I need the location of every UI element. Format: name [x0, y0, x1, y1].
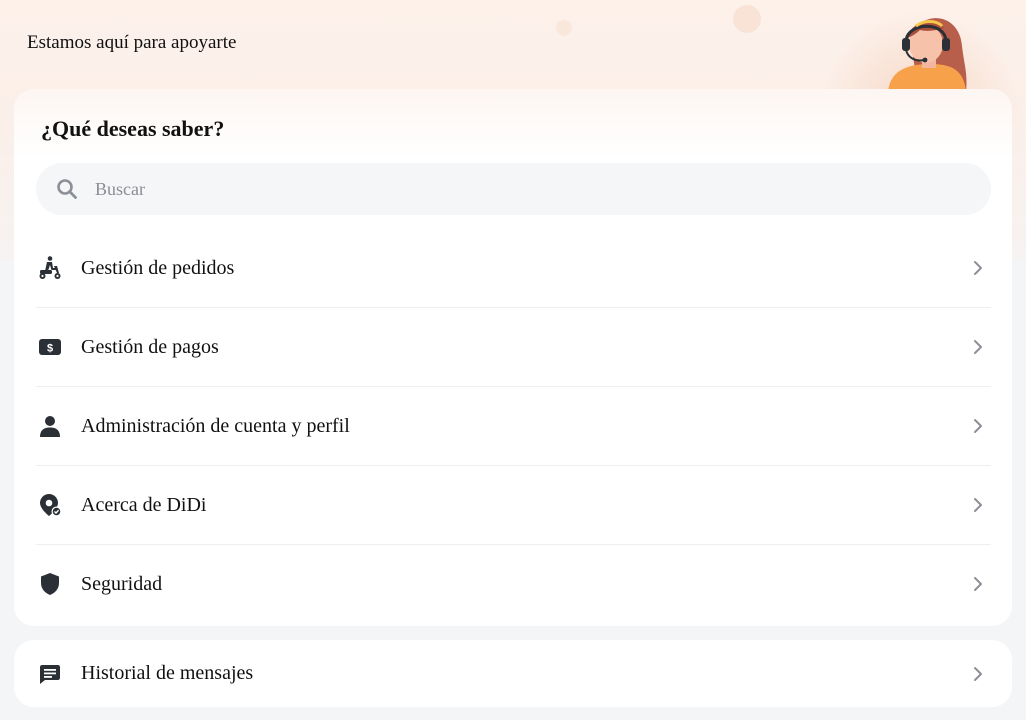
chevron-right-icon [971, 340, 985, 354]
menu-item-label: Acerca de DiDi [81, 493, 207, 516]
support-agent-avatar-icon [880, 12, 980, 92]
chevron-right-icon [971, 419, 985, 433]
menu-item-about-didi[interactable]: Acerca de DiDi [36, 466, 991, 545]
menu-item-payment-management[interactable]: $ Gestión de pagos [36, 308, 991, 387]
chevron-right-icon [971, 666, 985, 681]
shield-icon [37, 571, 63, 597]
message-icon [37, 661, 63, 687]
menu-item-order-management[interactable]: Gestión de pedidos [36, 229, 991, 308]
help-title: ¿Qué deseas saber? [41, 116, 225, 141]
menu-item-label: Gestión de pagos [81, 335, 219, 358]
menu-item-label: Historial de mensajes [81, 662, 254, 684]
header-tagline: Estamos aquí para apoyarte [27, 32, 237, 53]
menu-item-security[interactable]: Seguridad [36, 545, 991, 623]
svg-text:$: $ [47, 343, 53, 355]
menu-item-label: Seguridad [81, 572, 163, 595]
search-input[interactable] [93, 177, 957, 201]
message-history-card: Historial de mensajes [14, 640, 1012, 707]
help-topics-list: Gestión de pedidos $ Gestión de pagos Ad… [36, 229, 991, 623]
user-icon [37, 413, 63, 439]
location-pin-icon [37, 492, 63, 518]
search-icon [56, 178, 78, 200]
decor-bubble [733, 5, 761, 33]
search-bar[interactable] [36, 163, 991, 215]
menu-item-message-history[interactable]: Historial de mensajes [36, 640, 991, 707]
chevron-right-icon [971, 577, 985, 591]
menu-item-label: Gestión de pedidos [81, 256, 235, 279]
delivery-scooter-icon [37, 255, 63, 281]
menu-item-label: Administración de cuenta y perfil [81, 414, 350, 437]
help-topics-card: ¿Qué deseas saber? Buscar Gestión de ped… [14, 89, 1012, 626]
menu-item-account-profile[interactable]: Administración de cuenta y perfil [36, 387, 991, 466]
decor-bubble [556, 20, 572, 36]
chevron-right-icon [971, 498, 985, 512]
dollar-bill-icon: $ [37, 334, 63, 360]
chevron-right-icon [971, 261, 985, 275]
